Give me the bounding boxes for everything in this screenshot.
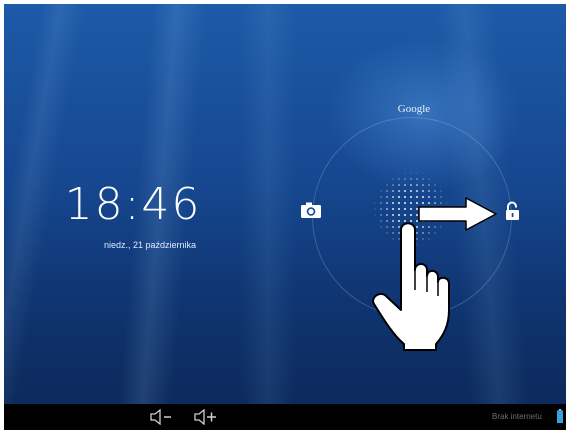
navigation-bar: Brak internetu — [4, 404, 566, 430]
camera-icon[interactable] — [300, 201, 322, 219]
clock-time: 18:46 — [64, 179, 202, 230]
google-search-target[interactable]: Google — [384, 103, 444, 115]
network-status-text: Brak internetu — [492, 412, 542, 421]
unlock-icon[interactable] — [504, 201, 522, 221]
battery-icon — [557, 409, 563, 423]
clock-date: niedz., 21 października — [104, 240, 197, 250]
volume-up-icon[interactable] — [194, 409, 218, 425]
volume-down-icon[interactable] — [150, 409, 174, 425]
lock-screen: 18:46 niedz., 21 października Google — [4, 4, 566, 404]
hand-pointer-icon — [372, 222, 450, 351]
